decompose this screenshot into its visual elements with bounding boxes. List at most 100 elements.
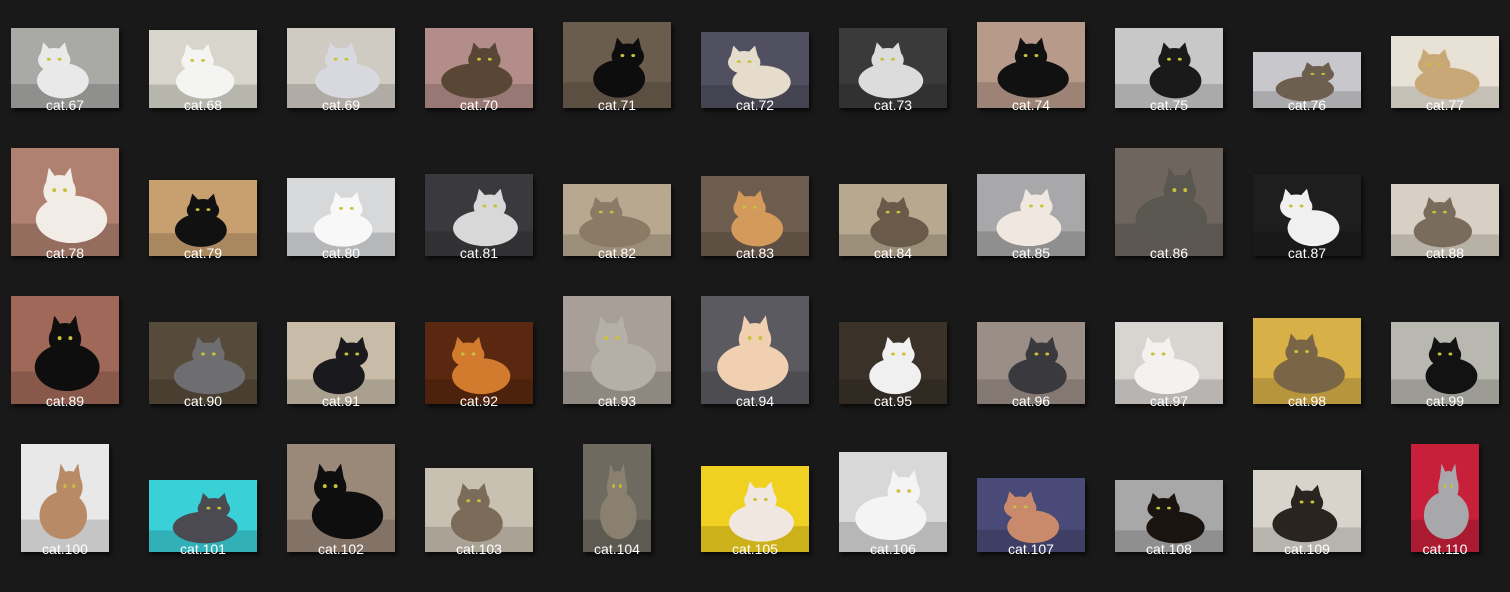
- cat-eye: [1150, 352, 1155, 356]
- file-item[interactable]: cat.102: [272, 444, 410, 592]
- file-item[interactable]: cat.75: [1100, 0, 1238, 148]
- cat-photo-thumbnail[interactable]: [21, 444, 109, 552]
- file-item[interactable]: cat.91: [272, 296, 410, 444]
- file-item[interactable]: cat.83: [686, 148, 824, 296]
- file-item[interactable]: cat.76: [1238, 0, 1376, 148]
- cat-eye: [466, 499, 471, 503]
- file-item[interactable]: cat.68: [134, 0, 272, 148]
- cat-eye: [477, 57, 481, 61]
- cat-photo-thumbnail[interactable]: [583, 444, 651, 552]
- cat-photo-thumbnail[interactable]: [563, 296, 671, 404]
- thumbnail-frame: [686, 148, 824, 256]
- file-grid: cat.67 cat.68 cat.69 cat.70 cat.71 cat.72 cat.…: [0, 0, 1510, 565]
- cat-photo-image: [583, 444, 651, 552]
- file-item[interactable]: cat.87: [1238, 148, 1376, 296]
- file-item[interactable]: cat.74: [962, 0, 1100, 148]
- file-item[interactable]: cat.100: [0, 444, 134, 592]
- cat-photo-thumbnail[interactable]: [287, 444, 395, 552]
- file-name-label: cat.94: [735, 393, 775, 409]
- file-name-label: cat.96: [1011, 393, 1051, 409]
- file-name-label: cat.77: [1425, 97, 1465, 113]
- cat-eye: [885, 210, 890, 214]
- file-item[interactable]: cat.81: [410, 148, 548, 296]
- file-item[interactable]: cat.96: [962, 296, 1100, 444]
- cat-eye: [52, 188, 57, 193]
- cat-photo-thumbnail[interactable]: [701, 296, 809, 404]
- file-item[interactable]: cat.98: [1238, 296, 1376, 444]
- cat-body-shape: [855, 496, 927, 540]
- file-item[interactable]: cat.88: [1376, 148, 1510, 296]
- file-item[interactable]: cat.86: [1100, 148, 1238, 296]
- cat-eye: [333, 57, 338, 61]
- file-item[interactable]: cat.72: [686, 0, 824, 148]
- cat-eye: [1310, 72, 1315, 75]
- file-item[interactable]: cat.109: [1238, 444, 1376, 592]
- cat-eye: [612, 484, 615, 489]
- file-name-label: cat.92: [459, 393, 499, 409]
- file-name-label: cat.70: [459, 97, 499, 113]
- cat-photo-image: [1115, 148, 1223, 256]
- file-item[interactable]: cat.103: [410, 444, 548, 592]
- file-item[interactable]: cat.99: [1376, 296, 1510, 444]
- file-item[interactable]: cat.105: [686, 444, 824, 592]
- file-item[interactable]: cat.97: [1100, 296, 1238, 444]
- cat-eye: [482, 204, 487, 208]
- thumbnail-frame: [134, 148, 272, 256]
- file-item[interactable]: cat.95: [824, 296, 962, 444]
- file-item[interactable]: cat.106: [824, 444, 962, 592]
- cat-eye: [609, 210, 614, 214]
- file-item[interactable]: cat.78: [0, 148, 134, 296]
- file-item[interactable]: cat.82: [548, 148, 686, 296]
- cat-photo-thumbnail[interactable]: [1115, 148, 1223, 256]
- file-name-label: cat.106: [870, 541, 916, 557]
- cat-eye: [763, 497, 768, 502]
- file-item[interactable]: cat.110: [1376, 444, 1510, 592]
- cat-eye: [880, 57, 885, 61]
- file-name-label: cat.98: [1287, 393, 1327, 409]
- file-name-label: cat.83: [735, 245, 775, 261]
- thumbnail-frame: [0, 296, 134, 404]
- cat-photo-thumbnail[interactable]: [1411, 444, 1479, 552]
- file-item[interactable]: cat.73: [824, 0, 962, 148]
- file-item[interactable]: cat.92: [410, 296, 548, 444]
- file-name-label: cat.90: [183, 393, 223, 409]
- file-item[interactable]: cat.94: [686, 296, 824, 444]
- file-name-label: cat.84: [873, 245, 913, 261]
- thumbnail-frame: [686, 296, 824, 404]
- file-item[interactable]: cat.108: [1100, 444, 1238, 592]
- thumbnail-frame: [962, 296, 1100, 404]
- cat-photo-image: [11, 148, 119, 256]
- cat-eye: [206, 506, 211, 510]
- cat-eye: [72, 484, 76, 489]
- cat-eye: [322, 484, 327, 489]
- cat-eye: [598, 210, 603, 214]
- file-item[interactable]: cat.101: [134, 444, 272, 592]
- file-item[interactable]: cat.77: [1376, 0, 1510, 148]
- file-item[interactable]: cat.69: [272, 0, 410, 148]
- file-item[interactable]: cat.67: [0, 0, 134, 148]
- cat-photo-thumbnail[interactable]: [11, 296, 119, 404]
- file-name-label: cat.75: [1149, 97, 1189, 113]
- file-name-label: cat.93: [597, 393, 637, 409]
- file-item[interactable]: cat.89: [0, 296, 134, 444]
- cat-photo-thumbnail[interactable]: [11, 148, 119, 256]
- cat-eye: [1432, 210, 1437, 214]
- file-item[interactable]: cat.107: [962, 444, 1100, 592]
- thumbnail-frame: [272, 0, 410, 108]
- thumbnail-frame: [134, 296, 272, 404]
- cat-photo-image: [287, 444, 395, 552]
- cat-photo-thumbnail[interactable]: [839, 452, 947, 552]
- file-item[interactable]: cat.84: [824, 148, 962, 296]
- file-name-label: cat.76: [1287, 97, 1327, 113]
- file-row: cat.67 cat.68 cat.69 cat.70 cat.71 cat.72 cat.…: [0, 0, 1510, 148]
- file-item[interactable]: cat.71: [548, 0, 686, 148]
- file-item[interactable]: cat.70: [410, 0, 548, 148]
- file-item[interactable]: cat.104: [548, 444, 686, 592]
- file-item[interactable]: cat.90: [134, 296, 272, 444]
- cat-eye: [333, 484, 338, 489]
- file-item[interactable]: cat.93: [548, 296, 686, 444]
- file-item[interactable]: cat.85: [962, 148, 1100, 296]
- file-item[interactable]: cat.79: [134, 148, 272, 296]
- file-item[interactable]: cat.80: [272, 148, 410, 296]
- cat-eye: [1305, 349, 1309, 354]
